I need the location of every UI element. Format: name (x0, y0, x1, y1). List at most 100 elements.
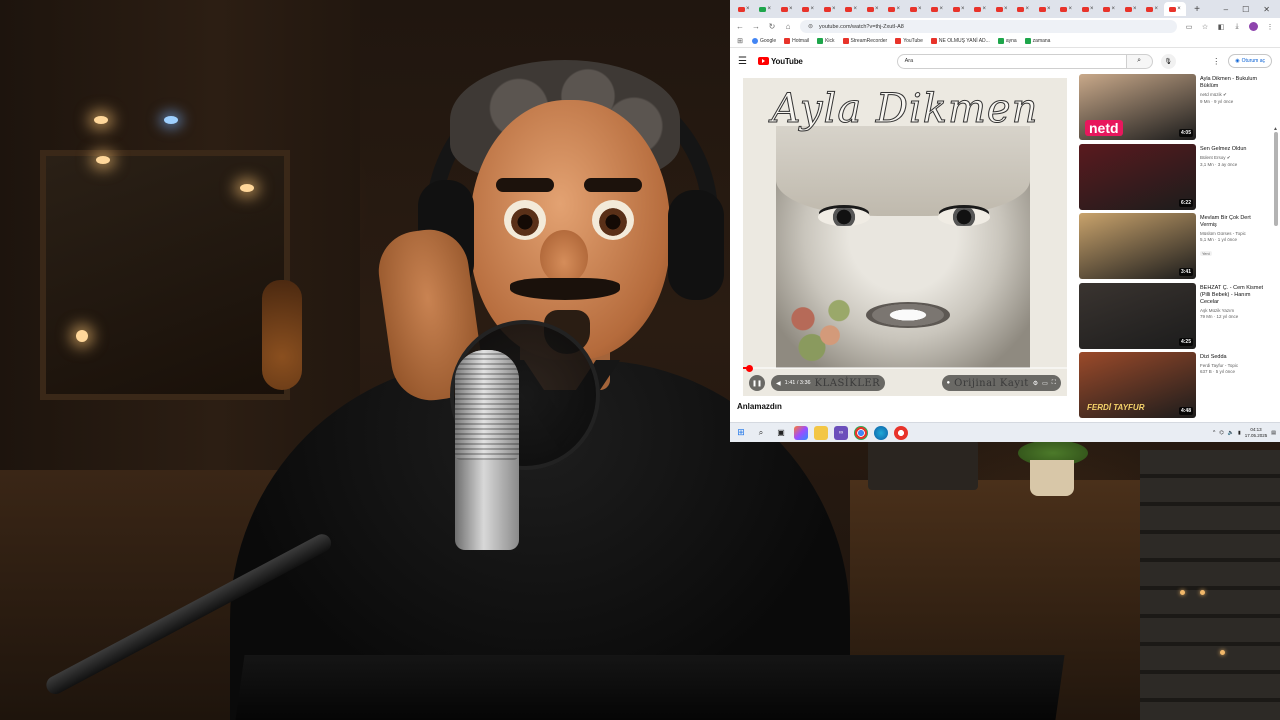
bookmark-item[interactable]: Hotmail (784, 38, 809, 44)
tab-close-icon[interactable]: × (939, 6, 943, 12)
tab-close-icon[interactable]: × (875, 6, 879, 12)
tab-close-icon[interactable]: × (767, 6, 771, 12)
youtube-logo[interactable]: YouTube (758, 57, 803, 66)
video-thumbnail[interactable]: 6:22 (1079, 143, 1196, 210)
browser-tab[interactable]: × (734, 2, 754, 16)
tab-close-icon[interactable]: × (853, 6, 857, 12)
cast-icon[interactable]: ▭ (1185, 23, 1193, 31)
bookmark-item[interactable]: zamana (1024, 38, 1050, 44)
bookmark-item[interactable]: Kick (817, 38, 835, 44)
start-menu-icon[interactable]: ⊞ (734, 426, 748, 440)
recommended-video[interactable]: 6:22 Sen Gelmez Oldun Bülent Ersoy ✔ 3,1 Mn… (1079, 143, 1265, 214)
video-progress-bar[interactable] (743, 364, 1067, 372)
video-title[interactable]: BEHZAT Ç. - Cem Kismet (Pilli Bebek) - H… (1200, 285, 1265, 306)
close-window-button[interactable]: ✕ (1263, 5, 1270, 14)
browser-tab[interactable]: × (906, 2, 926, 16)
browser-tab[interactable]: × (971, 2, 991, 16)
address-bar[interactable]: ⊜ youtube.com/watch?v=thj-ZxutI-A8 (800, 20, 1177, 33)
volume-icon[interactable]: 🔈 (1228, 430, 1234, 436)
video-thumbnail[interactable]: 3:41 (1079, 213, 1196, 279)
edge-icon[interactable] (874, 425, 888, 440)
back-arrow-icon[interactable]: ← (736, 22, 744, 31)
browser-tab[interactable]: × (1078, 2, 1098, 16)
browser-tab[interactable]: × (756, 2, 776, 16)
video-thumbnail[interactable]: 4:25 (1079, 282, 1196, 349)
visual-studio-icon[interactable]: ∞ (834, 425, 848, 440)
tab-close-icon[interactable]: × (1025, 6, 1029, 12)
browser-tab[interactable]: × (1014, 2, 1034, 16)
tab-close-icon[interactable]: × (918, 6, 922, 12)
tab-close-icon[interactable]: × (1133, 6, 1137, 12)
tab-close-icon[interactable]: × (1177, 6, 1181, 12)
clock[interactable]: 04:13 17.05.2025 (1245, 427, 1268, 439)
tab-close-icon[interactable]: × (1004, 6, 1008, 12)
home-icon[interactable]: ⌂ (784, 22, 792, 31)
reload-icon[interactable]: ↻ (768, 22, 776, 31)
profile-avatar[interactable] (1249, 22, 1258, 31)
tab-close-icon[interactable]: × (832, 6, 836, 12)
browser-tab[interactable]: × (949, 2, 969, 16)
browser-tab[interactable]: × (1100, 2, 1120, 16)
recommended-video[interactable]: FERDİ TAYFUR 4:48 Dizi Sedda Ferdi Tayfur -… (1079, 352, 1265, 422)
recorder-icon[interactable] (894, 425, 908, 440)
notification-icon[interactable]: ▤ (1271, 430, 1276, 436)
battery-icon[interactable]: ▮ (1238, 430, 1241, 436)
video-title[interactable]: Dizi Sedda (1200, 354, 1265, 361)
autoplay-toggle-icon[interactable]: ● (947, 380, 951, 386)
tab-close-icon[interactable]: × (1068, 6, 1072, 12)
channel-name[interactable]: Aşk Müzik Yazım (1200, 308, 1265, 313)
browser-tab[interactable]: × (1143, 2, 1163, 16)
channel-name[interactable]: Müslüm Gürses - Topic (1200, 231, 1265, 236)
theater-mode-icon[interactable]: ▭ (1042, 380, 1048, 387)
fullscreen-icon[interactable]: ⛶ (1052, 380, 1056, 387)
video-title[interactable]: Anlamazdın (737, 402, 782, 411)
bookmark-item[interactable]: ayna (997, 38, 1017, 44)
tab-close-icon[interactable]: × (896, 6, 900, 12)
tab-close-icon[interactable]: × (961, 6, 965, 12)
browser-tab[interactable]: × (842, 2, 862, 16)
recommended-video[interactable]: netd 4:05 Ayla Dikmen - Bukulum Büklüm netd… (1079, 74, 1265, 144)
search-icon[interactable]: ⌕ (754, 426, 768, 440)
browser-tab[interactable]: × (992, 2, 1012, 16)
download-icon[interactable]: ⤓ (1233, 23, 1241, 31)
extensions-icon[interactable]: ◧ (1217, 23, 1225, 31)
menu-kebab-icon[interactable]: ⋮ (1266, 23, 1274, 31)
channel-name[interactable]: netd müzik ✔ (1200, 92, 1265, 98)
tab-close-icon[interactable]: × (1047, 6, 1051, 12)
channel-name[interactable]: Ferdi Tayfur - Topic (1200, 363, 1265, 368)
site-info-icon[interactable]: ⊜ (808, 23, 813, 30)
tab-close-icon[interactable]: × (1111, 6, 1115, 12)
chevron-up-icon[interactable]: ^ (1213, 430, 1215, 436)
new-tab-button[interactable]: + (1192, 4, 1202, 15)
page-scrollbar[interactable] (1274, 132, 1278, 226)
maximize-button[interactable]: ☐ (1242, 5, 1249, 14)
recommended-video[interactable]: 4:25 BEHZAT Ç. - Cem Kismet (Pilli Bebek)… (1079, 282, 1265, 353)
tab-close-icon[interactable]: × (810, 6, 814, 12)
browser-tab[interactable]: × (777, 2, 797, 16)
browser-tab[interactable]: × (1035, 2, 1055, 16)
browser-tab[interactable]: × (1121, 2, 1141, 16)
recommended-video[interactable]: 3:41 Mevlam Bir Çok Dert Vermiş Müslüm Gür… (1079, 213, 1265, 283)
volume-time-group[interactable]: ◀ 1:41 / 3:36 KLASİKLER (771, 375, 886, 391)
copilot-icon[interactable] (794, 425, 808, 440)
bookmark-item[interactable]: NE OLMUŞ YANİ AD... (930, 38, 990, 44)
video-title[interactable]: Mevlam Bir Çok Dert Vermiş (1200, 215, 1265, 229)
settings-kebab-icon[interactable]: ⋮ (1212, 57, 1220, 66)
tab-close-icon[interactable]: × (746, 6, 750, 12)
tab-active[interactable]: × (1164, 2, 1186, 16)
browser-tab[interactable]: × (1057, 2, 1077, 16)
pause-button[interactable]: ❚❚ (749, 375, 765, 391)
bookmark-item[interactable]: YouTube (895, 38, 923, 44)
video-title[interactable]: Ayla Dikmen - Bukulum Büklüm (1200, 76, 1265, 90)
minimize-button[interactable]: – (1224, 5, 1228, 14)
bookmark-item[interactable]: StreamRecorder (842, 38, 887, 44)
tab-close-icon[interactable]: × (789, 6, 793, 12)
browser-tab[interactable]: × (799, 2, 819, 16)
bookmark-star-icon[interactable]: ☆ (1201, 23, 1209, 31)
forward-arrow-icon[interactable]: → (752, 22, 760, 31)
apps-grid-icon[interactable]: ⊞ (736, 37, 744, 45)
file-explorer-icon[interactable] (814, 425, 828, 440)
sign-in-button[interactable]: ◉ Oturum aç (1228, 54, 1272, 68)
network-icon[interactable]: ⌬ (1219, 430, 1223, 436)
channel-name[interactable]: Bülent Ersoy ✔ (1200, 155, 1265, 161)
